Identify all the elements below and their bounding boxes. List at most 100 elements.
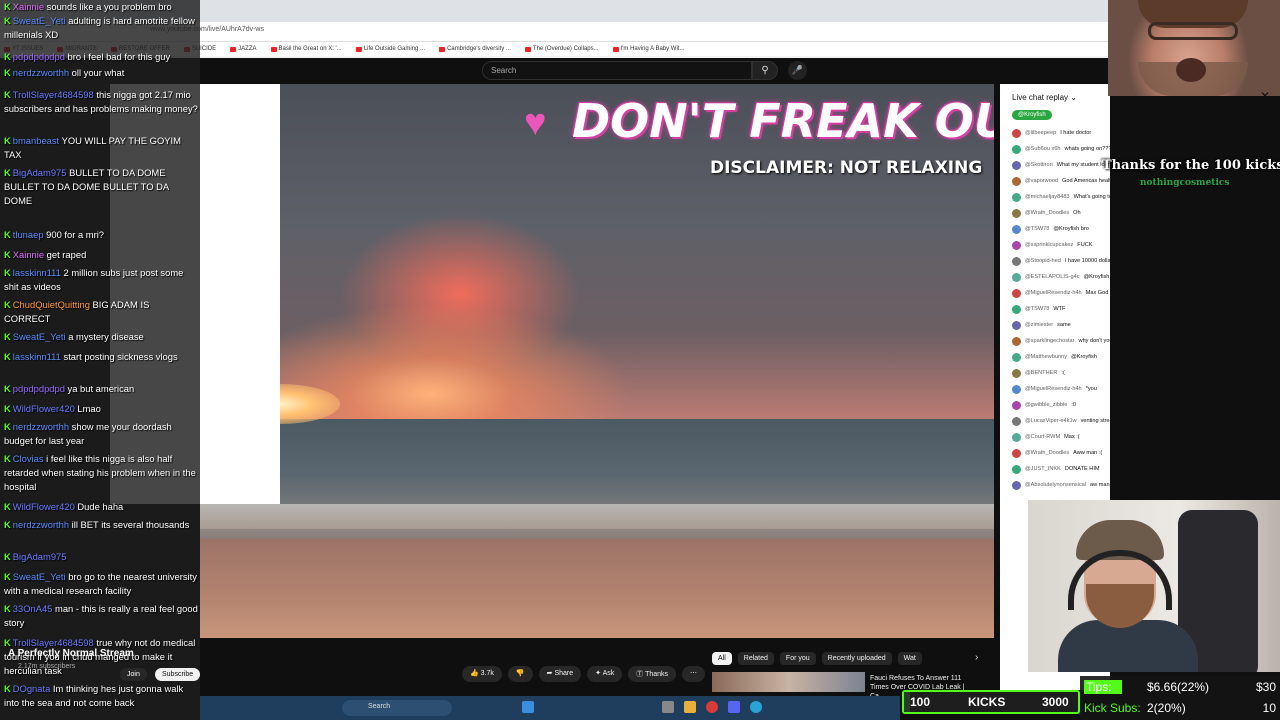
bookmark-item[interactable]: The (Overdue) Collaps... bbox=[524, 46, 599, 52]
live-chat-username[interactable]: @TSW78 bbox=[1025, 226, 1049, 232]
bookmark-item[interactable]: Life Outside Gaming ... bbox=[355, 46, 425, 52]
live-chat-username[interactable]: @Matthewbunny bbox=[1025, 354, 1067, 360]
avatar[interactable] bbox=[1012, 480, 1021, 490]
chip-filter[interactable]: All bbox=[712, 652, 732, 665]
kick-chat-username[interactable]: Xainnie bbox=[13, 1, 44, 12]
live-chat-username[interactable]: @JUST_INKK bbox=[1025, 466, 1061, 472]
avatar[interactable] bbox=[1012, 400, 1021, 410]
bookmark-item[interactable]: I'm Having A Baby Wit... bbox=[612, 46, 684, 52]
subscribe-button[interactable]: Subscribe bbox=[155, 668, 201, 681]
live-chat-username[interactable]: @Wrath_Doodles bbox=[1025, 450, 1069, 456]
taskbar-search[interactable]: Search bbox=[342, 700, 452, 716]
kick-chat-username[interactable]: pdpdpdpdpd bbox=[13, 51, 65, 62]
kick-chat-username[interactable]: nerdzzworthh bbox=[13, 67, 69, 78]
video-player[interactable]: ♥ DON'T FREAK OUT DISCLAIMER: NOT RELAXI… bbox=[200, 84, 994, 638]
discord-icon[interactable] bbox=[728, 701, 740, 713]
edge-icon[interactable] bbox=[750, 701, 762, 713]
chip-filter[interactable]: Related bbox=[737, 652, 774, 665]
file-explorer-icon[interactable] bbox=[684, 701, 696, 713]
task-view-icon[interactable] bbox=[662, 701, 674, 713]
avatar[interactable] bbox=[1012, 176, 1021, 186]
chip-filter[interactable]: Wat bbox=[897, 652, 922, 665]
share-button[interactable]: ➦ Share bbox=[538, 666, 582, 682]
avatar[interactable] bbox=[1012, 432, 1021, 442]
bookmark-item[interactable]: Basil the Great on X: '... bbox=[270, 46, 342, 52]
kick-chat-username[interactable]: ChudQuietQuitting bbox=[13, 299, 90, 310]
chrome-icon[interactable] bbox=[706, 701, 718, 713]
avatar[interactable] bbox=[1012, 368, 1021, 378]
kick-chat-username[interactable]: BigAdam975 bbox=[13, 167, 67, 178]
more-button[interactable]: ⋯ bbox=[682, 666, 706, 682]
kick-chat-username[interactable]: 33OnA45 bbox=[13, 603, 53, 614]
live-chat-username[interactable]: @zimiester bbox=[1025, 322, 1053, 328]
avatar[interactable] bbox=[1012, 224, 1021, 234]
avatar[interactable] bbox=[1012, 208, 1021, 218]
live-chat-username[interactable]: @lilbeepeep bbox=[1025, 130, 1056, 136]
kick-chat-username[interactable]: SweatE_Yeti bbox=[13, 331, 66, 342]
kick-chat-username[interactable]: lasskinn111 bbox=[13, 351, 61, 362]
avatar[interactable] bbox=[1012, 288, 1021, 298]
live-chat-username[interactable]: @Absolutelynonsensical bbox=[1025, 482, 1086, 488]
kick-chat-username[interactable]: SweatE_Yeti bbox=[13, 571, 66, 582]
kick-chat-username[interactable]: nerdzzworthh bbox=[13, 519, 69, 530]
live-chat-username[interactable]: @vaporwood bbox=[1025, 178, 1058, 184]
avatar[interactable] bbox=[1012, 464, 1021, 474]
dislike-button[interactable]: 👎 bbox=[507, 666, 533, 682]
avatar[interactable] bbox=[1012, 128, 1021, 138]
kick-chat-username[interactable]: WildFlower420 bbox=[13, 501, 75, 512]
kick-chat-username[interactable]: nerdzzworthh bbox=[13, 421, 69, 432]
search-button[interactable]: ⚲ bbox=[752, 61, 778, 80]
avatar[interactable] bbox=[1012, 304, 1021, 314]
live-chat-username[interactable]: @sparklingechostar bbox=[1025, 338, 1075, 344]
pinned-user[interactable]: @Kroyfish bbox=[1012, 110, 1052, 120]
like-button[interactable]: 👍 3.7k bbox=[462, 666, 502, 682]
kick-chat-username[interactable]: lasskinn111 bbox=[13, 267, 61, 278]
kick-chat-username[interactable]: WildFlower420 bbox=[13, 403, 75, 414]
live-chat-username[interactable]: @ssprinklcupcakez bbox=[1025, 242, 1073, 248]
kick-chat-username[interactable]: pdpdpdpdpd bbox=[13, 383, 65, 394]
live-chat-username[interactable]: @Wrath_Doodles bbox=[1025, 210, 1069, 216]
ask-button[interactable]: ✦ Ask bbox=[587, 666, 623, 682]
live-chat-username[interactable]: @ESTELAPOLIS-g4c bbox=[1025, 274, 1080, 280]
chip-filter[interactable]: Recently uploaded bbox=[821, 652, 892, 665]
avatar[interactable] bbox=[1012, 144, 1021, 154]
chevron-right-icon[interactable]: › bbox=[975, 652, 978, 663]
kick-chat-username[interactable]: SweatE_Yeti bbox=[13, 15, 66, 26]
join-button[interactable]: Join bbox=[120, 668, 147, 681]
kick-chat-username[interactable]: BigAdam975 bbox=[13, 551, 67, 562]
live-chat-username[interactable]: @BENTHER bbox=[1025, 370, 1057, 376]
kick-chat-username[interactable]: TrollSlayer4684598 bbox=[13, 637, 94, 648]
bookmark-item[interactable]: JAZZA bbox=[230, 46, 257, 52]
live-chat-username[interactable]: @Skottirori bbox=[1025, 162, 1053, 168]
bookmark-item[interactable]: Cambridge's diversity ... bbox=[439, 46, 511, 52]
live-chat-username[interactable]: @LucasViper-e4k1w bbox=[1025, 418, 1077, 424]
avatar[interactable] bbox=[1012, 384, 1021, 394]
recommended-video-thumbnail[interactable] bbox=[712, 672, 865, 692]
mic-button[interactable]: 🎤 bbox=[788, 61, 807, 80]
live-chat-username[interactable]: @Stoopid-hed bbox=[1025, 258, 1061, 264]
live-chat-username[interactable]: @gwibble_zibble bbox=[1025, 402, 1067, 408]
kick-chat-username[interactable]: Clovias bbox=[13, 453, 44, 464]
live-chat-username[interactable]: @MiguelResendiz-h4h bbox=[1025, 386, 1082, 392]
kick-chat-username[interactable]: DOgnata bbox=[13, 683, 51, 694]
live-chat-username[interactable]: @Sub6ou x6h bbox=[1025, 146, 1061, 152]
kick-chat-username[interactable]: tlunaep bbox=[13, 229, 44, 240]
avatar[interactable] bbox=[1012, 352, 1021, 362]
avatar[interactable] bbox=[1012, 192, 1021, 202]
windows-start-icon[interactable] bbox=[522, 701, 534, 713]
avatar[interactable] bbox=[1012, 336, 1021, 346]
kick-chat-username[interactable]: bmanbeast bbox=[13, 135, 59, 146]
kick-chat-username[interactable]: TrollSlayer4684598 bbox=[13, 89, 94, 100]
avatar[interactable] bbox=[1012, 320, 1021, 330]
avatar[interactable] bbox=[1012, 160, 1021, 170]
avatar[interactable] bbox=[1012, 256, 1021, 266]
avatar[interactable] bbox=[1012, 272, 1021, 282]
kick-chat-username[interactable]: Xainnie bbox=[13, 249, 44, 260]
live-chat-username[interactable]: @TSW78 bbox=[1025, 306, 1049, 312]
thanks-button[interactable]: Ⓣ Thanks bbox=[628, 666, 677, 682]
live-chat-username[interactable]: @Court-RWM bbox=[1025, 434, 1060, 440]
search-input[interactable]: Search bbox=[482, 61, 752, 80]
chip-filter[interactable]: For you bbox=[779, 652, 816, 665]
live-chat-header[interactable]: Live chat replay ⌄ bbox=[1012, 93, 1077, 102]
avatar[interactable] bbox=[1012, 448, 1021, 458]
